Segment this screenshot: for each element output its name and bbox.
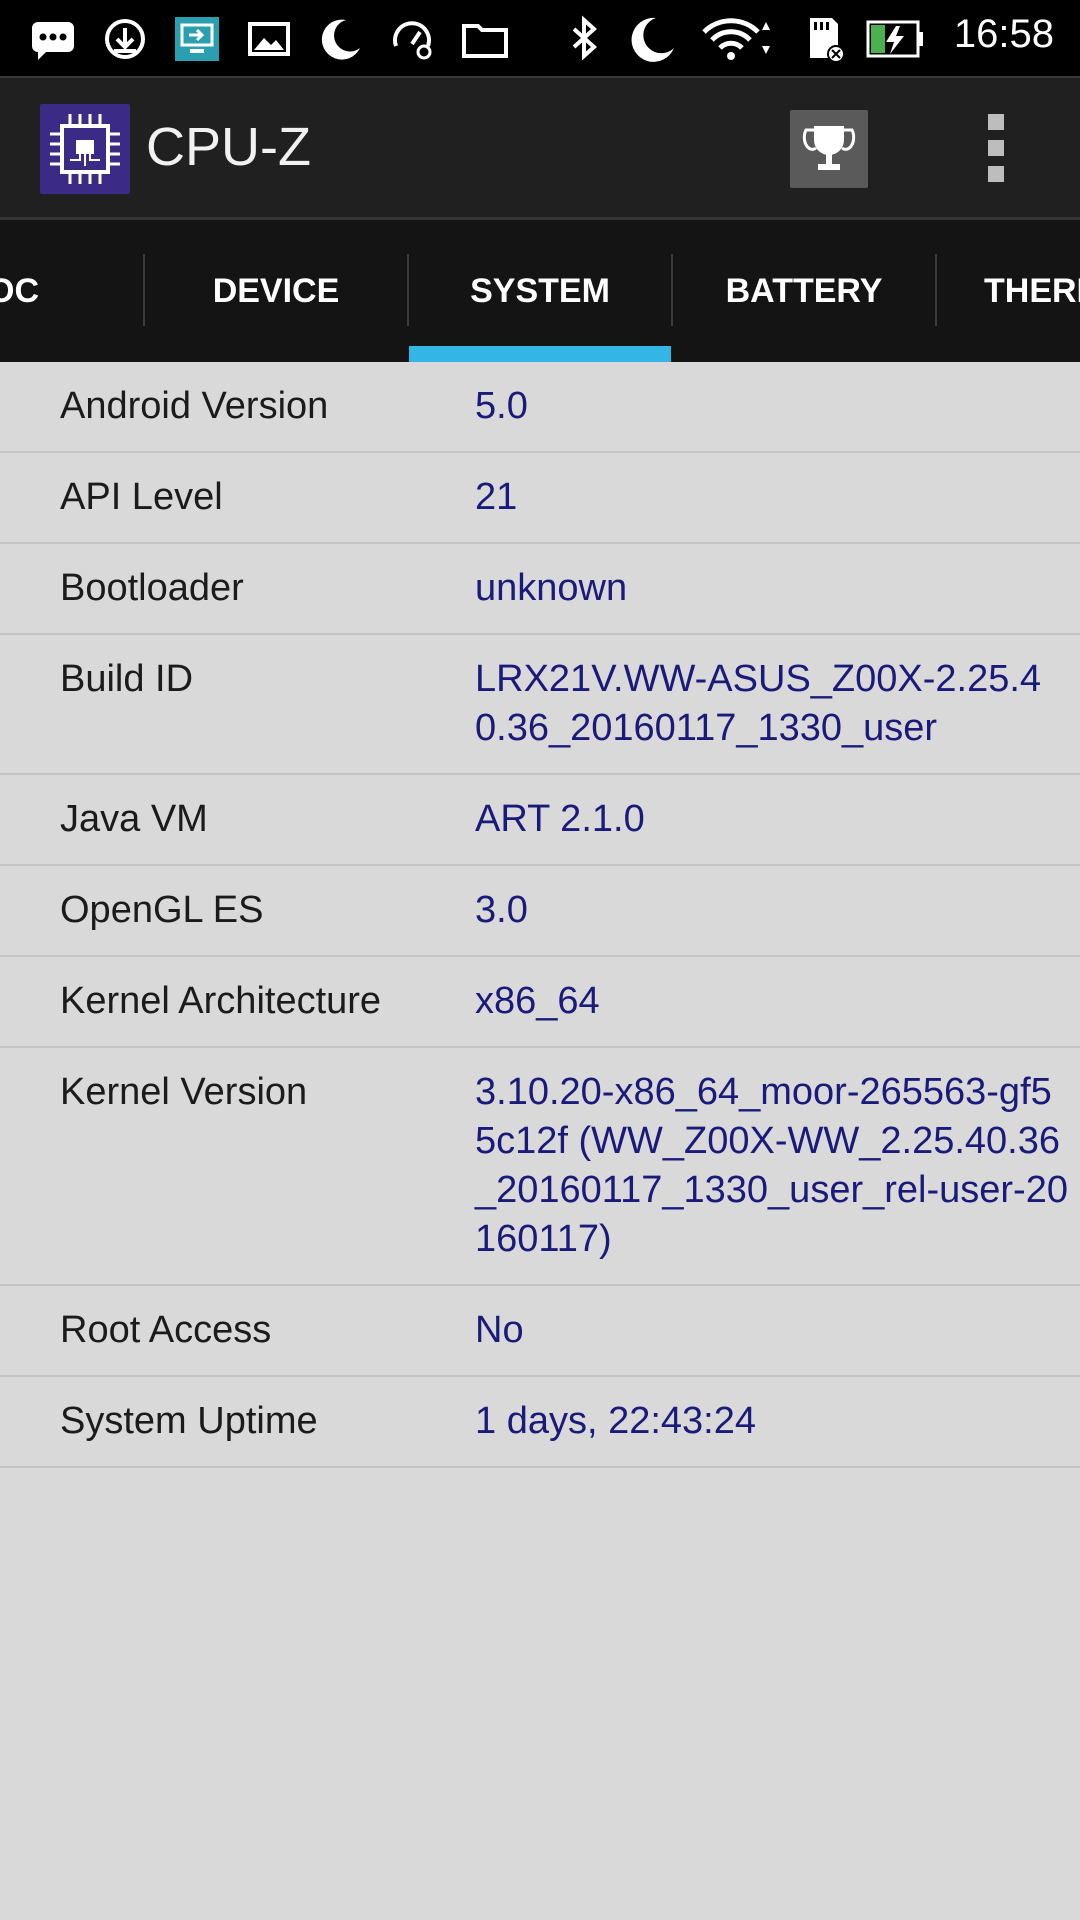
tab-system[interactable]: SYSTEM	[409, 220, 671, 362]
row-label: Build ID	[60, 658, 194, 700]
sd-card-icon	[798, 14, 848, 64]
system-info-list: Android Version 5.0 API Level 21 Bootloa…	[0, 362, 1080, 1468]
cpu-chip-icon	[40, 104, 130, 194]
speedometer-icon	[388, 14, 438, 64]
battery-charging-icon	[866, 14, 926, 64]
list-item: Kernel Version 3.10.20-x86_64_moor-26556…	[0, 1048, 1080, 1286]
tab-battery[interactable]: BATTERY	[673, 220, 935, 362]
row-label: Root Access	[60, 1309, 272, 1351]
tab-separator	[935, 254, 937, 326]
row-label: Kernel Architecture	[60, 980, 382, 1022]
list-item: Java VM ART 2.1.0	[0, 775, 1080, 866]
status-bar: 16:58	[0, 0, 1080, 76]
wifi-icon	[700, 14, 770, 64]
row-label: System Uptime	[60, 1400, 318, 1442]
tab-soc[interactable]: OC	[0, 220, 62, 362]
do-not-disturb-icon	[626, 14, 676, 64]
overflow-dot	[988, 166, 1004, 182]
trophy-icon	[802, 126, 856, 170]
tab-thermal[interactable]: THERI	[984, 220, 1080, 362]
selected-tab-indicator	[409, 346, 671, 362]
screen-share-icon	[172, 14, 222, 64]
list-item: API Level 21	[0, 453, 1080, 544]
list-item: Root Access No	[0, 1286, 1080, 1377]
row-value: LRX21V.WW-ASUS_Z00X-2.25.40.36_20160117_…	[475, 658, 1042, 749]
clock: 16:58	[953, 12, 1054, 56]
tab-bar: OC DEVICE SYSTEM BATTERY THERI	[0, 220, 1080, 362]
row-value: 1 days, 22:43:24	[475, 1400, 756, 1442]
list-item: OpenGL ES 3.0	[0, 866, 1080, 957]
row-value: 21	[475, 476, 518, 518]
folder-icon	[460, 14, 510, 64]
row-value: x86_64	[475, 980, 600, 1022]
download-icon	[100, 14, 150, 64]
overflow-dot	[988, 140, 1004, 156]
row-label: Android Version	[60, 385, 329, 427]
row-value: unknown	[475, 567, 628, 609]
row-label: Kernel Version	[60, 1071, 308, 1113]
list-item: Kernel Architecture x86_64	[0, 957, 1080, 1048]
row-value: No	[475, 1309, 524, 1351]
row-value: 3.10.20-x86_64_moor-265563-gf55c12f (WW_…	[475, 1071, 1068, 1260]
trophy-button[interactable]	[790, 110, 868, 188]
message-icon	[28, 14, 78, 64]
row-value: ART 2.1.0	[475, 798, 645, 840]
overflow-menu-icon	[988, 114, 1004, 130]
row-value: 5.0	[475, 385, 528, 427]
list-item: Bootloader unknown	[0, 544, 1080, 635]
bluetooth-icon	[560, 14, 610, 64]
row-label: API Level	[60, 476, 223, 518]
list-item: Build ID LRX21V.WW-ASUS_Z00X-2.25.40.36_…	[0, 635, 1080, 775]
tab-device[interactable]: DEVICE	[145, 220, 407, 362]
list-item: Android Version 5.0	[0, 362, 1080, 453]
row-label: Java VM	[60, 798, 208, 840]
action-bar: CPU-Z	[0, 76, 1080, 220]
image-icon	[244, 14, 294, 64]
row-label: OpenGL ES	[60, 889, 264, 931]
moon-icon	[316, 14, 366, 64]
row-label: Bootloader	[60, 567, 244, 609]
overflow-menu-button[interactable]	[976, 108, 1016, 188]
app-title: CPU-Z	[146, 117, 311, 177]
list-item: System Uptime 1 days, 22:43:24	[0, 1377, 1080, 1468]
row-value: 3.0	[475, 889, 528, 931]
